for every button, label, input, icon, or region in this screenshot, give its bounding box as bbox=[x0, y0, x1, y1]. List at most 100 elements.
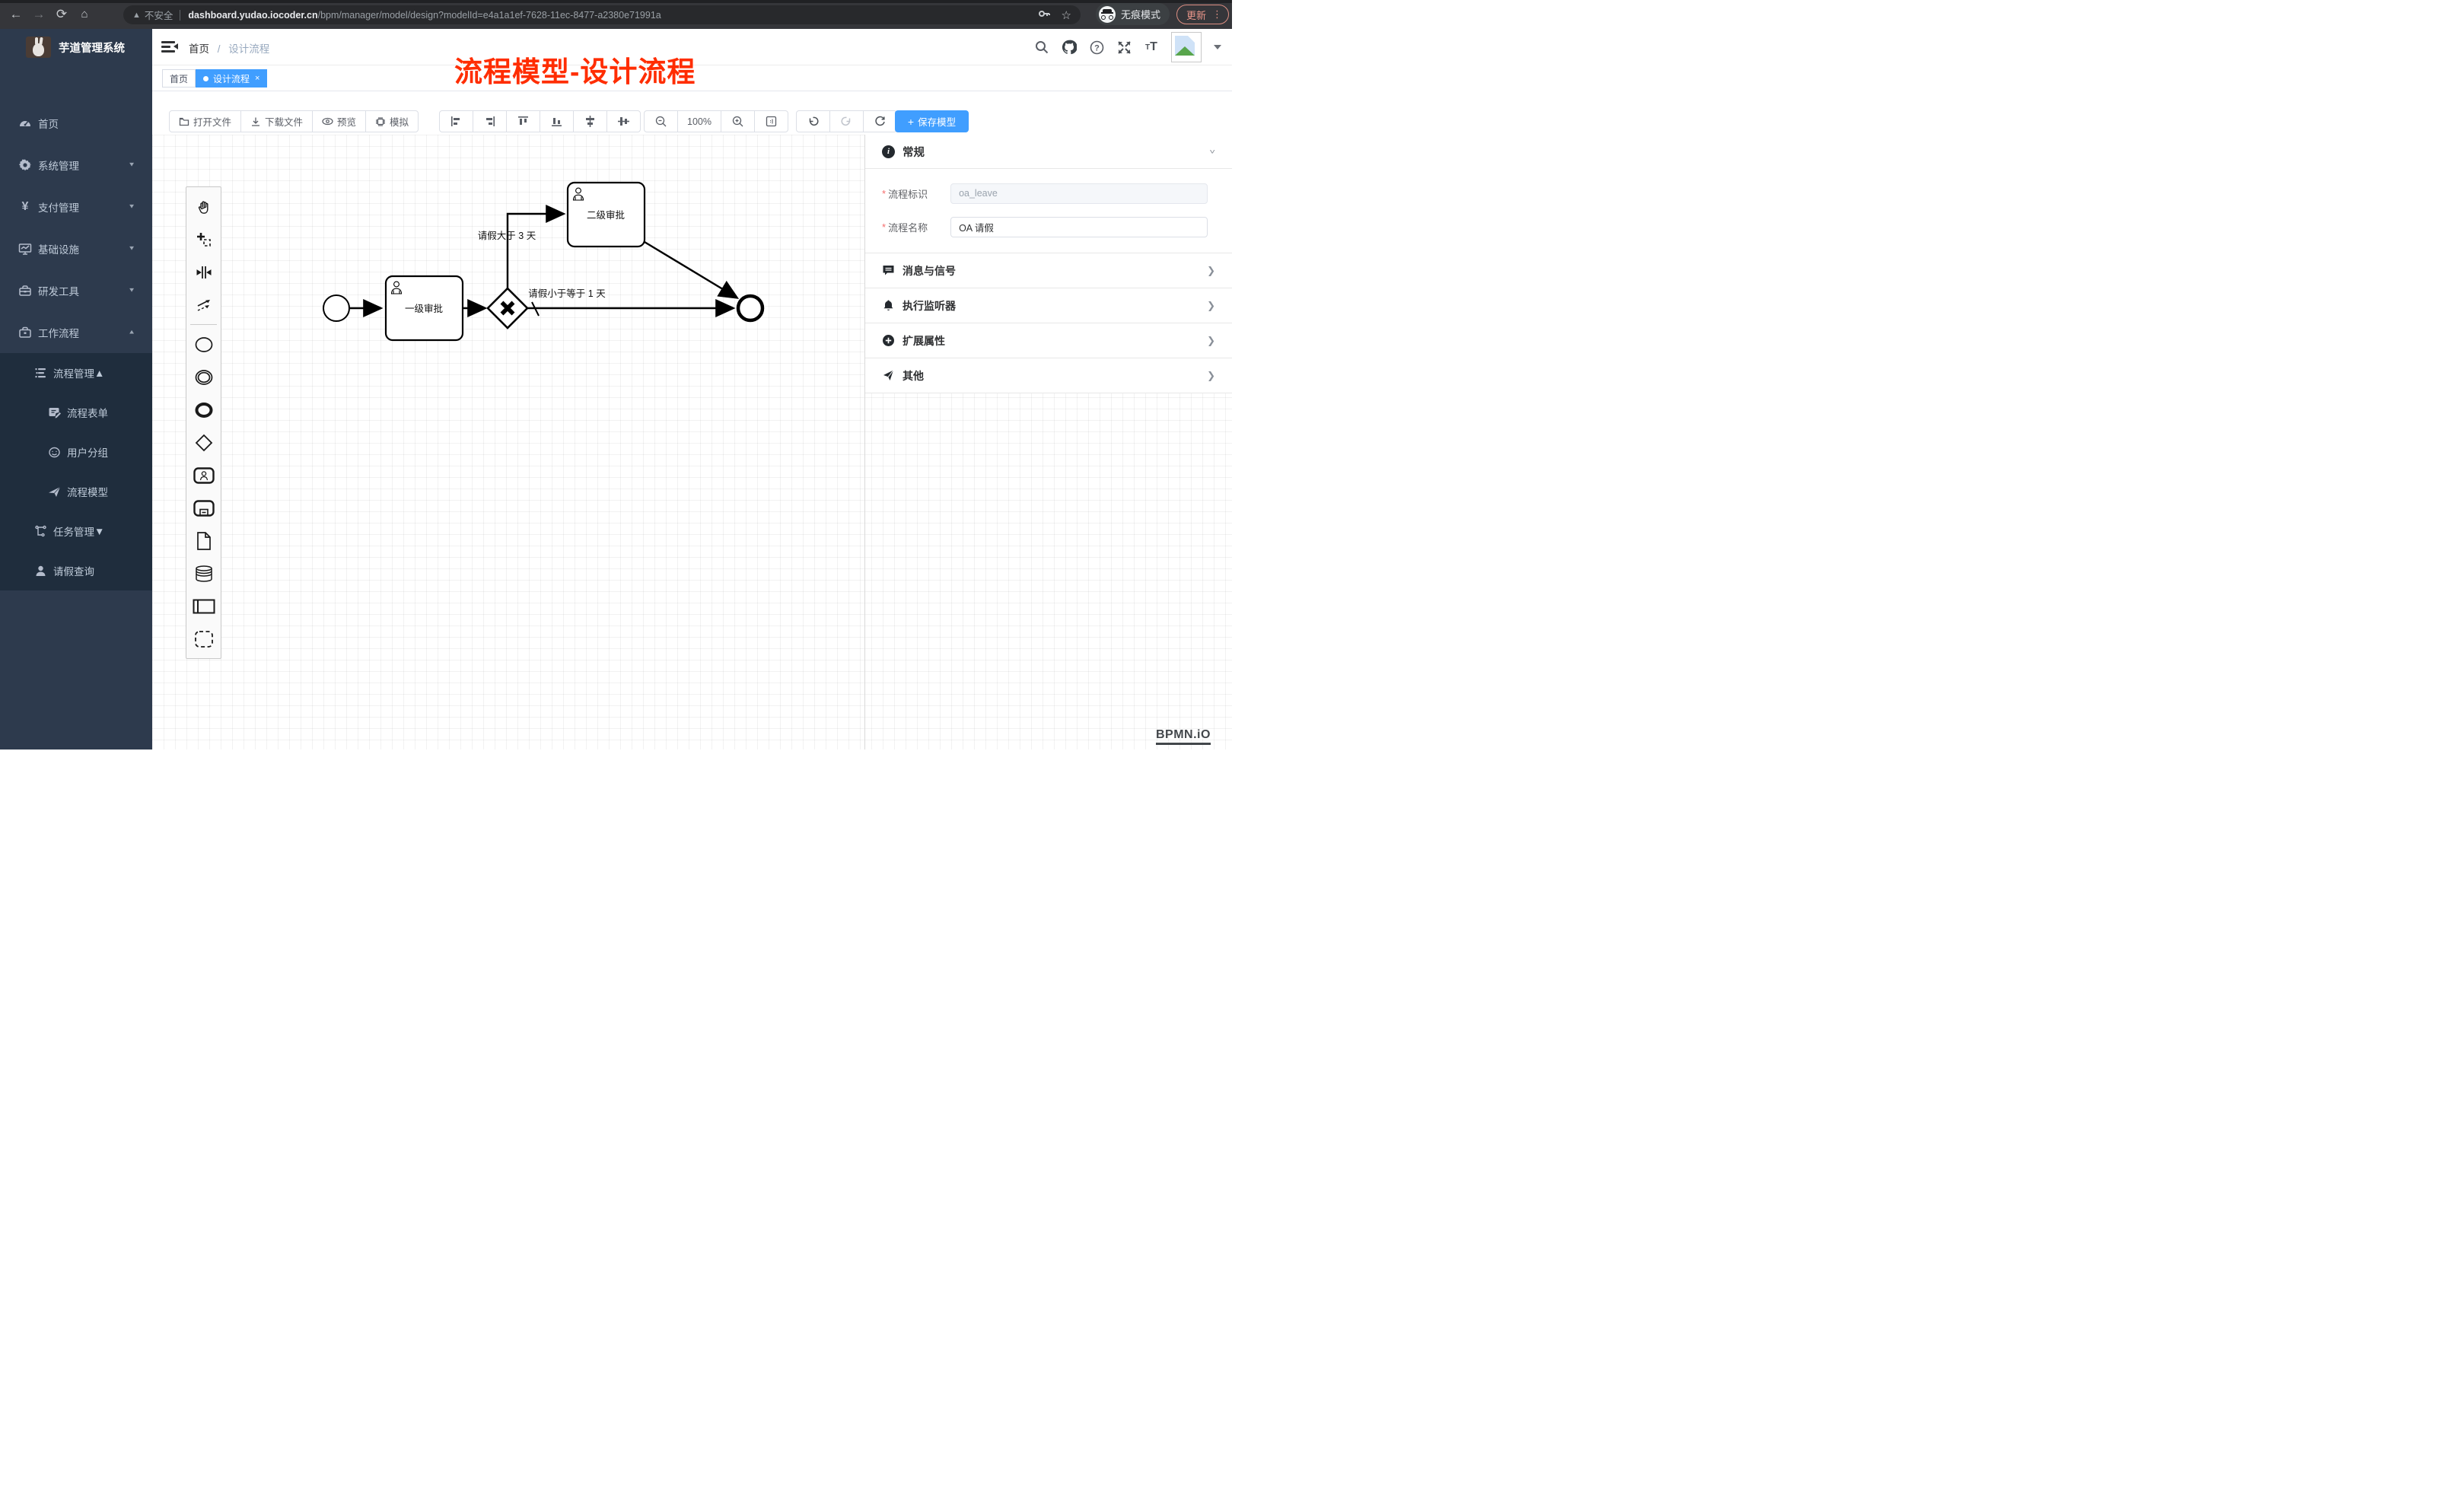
user-task-level1[interactable]: 一级审批 bbox=[386, 276, 463, 340]
section-execution-listeners[interactable]: 执行监听器 ❯ bbox=[865, 288, 1232, 323]
forward-icon[interactable]: → bbox=[30, 6, 47, 23]
breadcrumb-home[interactable]: 首页 bbox=[189, 43, 209, 55]
align-bottom-button[interactable] bbox=[540, 111, 574, 132]
simulate-button[interactable]: 模拟 bbox=[366, 111, 418, 132]
home-icon[interactable]: ⌂ bbox=[76, 6, 93, 23]
create-intermediate-event[interactable] bbox=[186, 361, 221, 393]
create-subprocess[interactable] bbox=[186, 492, 221, 524]
properties-panel: i 常规 ˅ * 流程标识 * 流程名称 消息与信号 ❯ bbox=[865, 135, 1232, 393]
zoom-in-button[interactable] bbox=[721, 111, 755, 132]
end-event[interactable] bbox=[738, 296, 762, 320]
tab-home[interactable]: 首页 bbox=[162, 69, 196, 88]
toolbox-icon bbox=[18, 284, 32, 298]
zoom-out-button[interactable] bbox=[645, 111, 678, 132]
field-process-key: * 流程标识 bbox=[865, 177, 1232, 210]
tab-design-process[interactable]: 设计流程 × bbox=[196, 69, 267, 88]
sidebar-item-process-mgmt[interactable]: 流程管理 ▲ bbox=[0, 353, 152, 393]
reload-icon[interactable]: ⟳ bbox=[53, 6, 70, 23]
security-label[interactable]: 不安全 bbox=[145, 8, 173, 22]
create-user-task[interactable] bbox=[186, 459, 221, 492]
hand-tool[interactable] bbox=[186, 190, 221, 223]
create-participant[interactable] bbox=[186, 590, 221, 622]
sidebar-item-infra[interactable]: 基础设施 ▼ bbox=[0, 228, 152, 269]
app-logo[interactable]: 芋道管理系统 bbox=[0, 29, 152, 65]
create-data-object[interactable] bbox=[186, 524, 221, 557]
sidebar: 芋道管理系统 首页 系统管理 ▼ ¥ 支付管理 ▼ bbox=[0, 29, 152, 750]
align-right-button[interactable] bbox=[473, 111, 507, 132]
start-event[interactable] bbox=[323, 295, 349, 321]
bell-icon bbox=[882, 299, 895, 312]
sidebar-item-process-form[interactable]: 流程表单 bbox=[0, 393, 152, 432]
section-extension-attributes[interactable]: 扩展属性 ❯ bbox=[865, 323, 1232, 358]
download-file-button[interactable]: 下载文件 bbox=[241, 111, 313, 132]
sidebar-item-task-mgmt[interactable]: 任务管理 ▼ bbox=[0, 511, 152, 551]
close-tab-icon[interactable]: × bbox=[255, 75, 259, 83]
process-name-input[interactable] bbox=[950, 217, 1208, 237]
sidebar-item-leave-query[interactable]: 请假查询 bbox=[0, 551, 152, 590]
github-icon[interactable] bbox=[1062, 40, 1077, 55]
section-messages-signals[interactable]: 消息与信号 ❯ bbox=[865, 253, 1232, 288]
warning-icon: ▲ bbox=[132, 11, 141, 20]
preview-button[interactable]: 预览 bbox=[313, 111, 366, 132]
create-data-store[interactable] bbox=[186, 557, 221, 590]
password-key-icon[interactable] bbox=[1037, 7, 1051, 23]
collapse-sidebar-icon[interactable] bbox=[161, 40, 178, 55]
sidebar-item-devtools[interactable]: 研发工具 ▼ bbox=[0, 269, 152, 311]
bpmn-io-watermark[interactable]: BPMN.iO bbox=[1156, 728, 1211, 745]
address-bar[interactable]: ▲ 不安全 dashboard.yudao.iocoder.cn /bpm/ma… bbox=[123, 5, 1081, 24]
back-icon[interactable]: ← bbox=[8, 6, 24, 23]
sidebar-item-home[interactable]: 首页 bbox=[0, 102, 152, 144]
align-top-button[interactable] bbox=[507, 111, 540, 132]
sidebar-item-process-model[interactable]: 流程模型 bbox=[0, 472, 152, 511]
chevron-up-icon: ▲ bbox=[128, 329, 135, 336]
fullscreen-icon[interactable] bbox=[1116, 40, 1132, 55]
process-key-input[interactable] bbox=[950, 183, 1208, 204]
url-host: dashboard.yudao.iocoder.cn bbox=[188, 10, 317, 21]
space-tool[interactable] bbox=[186, 256, 221, 288]
redo-button[interactable] bbox=[830, 111, 864, 132]
active-dot bbox=[203, 76, 209, 81]
help-icon[interactable]: ? bbox=[1089, 40, 1104, 55]
url-path: /bpm/manager/model/design?modelId=e4a1a1… bbox=[318, 10, 661, 21]
file-button-group: 打开文件 下载文件 预览 模拟 bbox=[169, 110, 419, 132]
align-button-group bbox=[439, 110, 641, 132]
fit-viewport-button[interactable] bbox=[755, 111, 788, 132]
restart-button[interactable] bbox=[864, 111, 896, 132]
undo-button[interactable] bbox=[797, 111, 830, 132]
browser-update-button[interactable]: 更新 ⋮ bbox=[1176, 5, 1229, 24]
lasso-tool[interactable] bbox=[186, 223, 221, 256]
user-task-level2[interactable]: 二级审批 bbox=[568, 183, 645, 247]
sidebar-item-pay[interactable]: ¥ 支付管理 ▼ bbox=[0, 186, 152, 228]
user-menu-caret-icon[interactable] bbox=[1214, 45, 1221, 49]
search-icon[interactable] bbox=[1034, 40, 1049, 55]
chevron-down-icon[interactable]: ˅ bbox=[1209, 148, 1215, 156]
incognito-label: 无痕模式 bbox=[1121, 7, 1160, 21]
font-size-icon[interactable]: TT bbox=[1144, 40, 1159, 55]
header: 首页 / 设计流程 ? TT bbox=[152, 29, 1232, 65]
chevron-down-icon: ▼ bbox=[128, 203, 135, 210]
sidebar-menu: 首页 系统管理 ▼ ¥ 支付管理 ▼ 基础设施 ▼ bbox=[0, 102, 152, 590]
field-process-name: * 流程名称 bbox=[865, 210, 1232, 243]
zoom-level[interactable]: 100% bbox=[678, 111, 721, 132]
chevron-right-icon: ❯ bbox=[1207, 335, 1215, 347]
sidebar-item-workflow[interactable]: 工作流程 ▲ bbox=[0, 311, 152, 353]
section-general[interactable]: i 常规 ˅ bbox=[865, 135, 1232, 169]
create-end-event[interactable] bbox=[186, 393, 221, 426]
section-other[interactable]: 其他 ❯ bbox=[865, 358, 1232, 393]
align-center-vertical-button[interactable] bbox=[574, 111, 607, 132]
save-model-button[interactable]: + 保存模型 bbox=[895, 110, 969, 132]
browser-menu-icon[interactable]: ⋮ bbox=[1212, 8, 1222, 21]
palette-separator bbox=[190, 324, 217, 325]
create-start-event[interactable] bbox=[186, 328, 221, 361]
align-left-button[interactable] bbox=[440, 111, 473, 132]
task2-label: 二级审批 bbox=[587, 209, 625, 221]
sidebar-item-user-group[interactable]: 用户分组 bbox=[0, 432, 152, 472]
align-center-horizontal-button[interactable] bbox=[607, 111, 640, 132]
sidebar-item-system[interactable]: 系统管理 ▼ bbox=[0, 144, 152, 186]
bookmark-star-icon[interactable]: ☆ bbox=[1062, 8, 1071, 22]
open-file-button[interactable]: 打开文件 bbox=[170, 111, 241, 132]
create-group[interactable] bbox=[186, 622, 221, 655]
avatar[interactable] bbox=[1171, 32, 1202, 62]
create-gateway[interactable] bbox=[186, 426, 221, 459]
global-connect-tool[interactable] bbox=[186, 288, 221, 321]
